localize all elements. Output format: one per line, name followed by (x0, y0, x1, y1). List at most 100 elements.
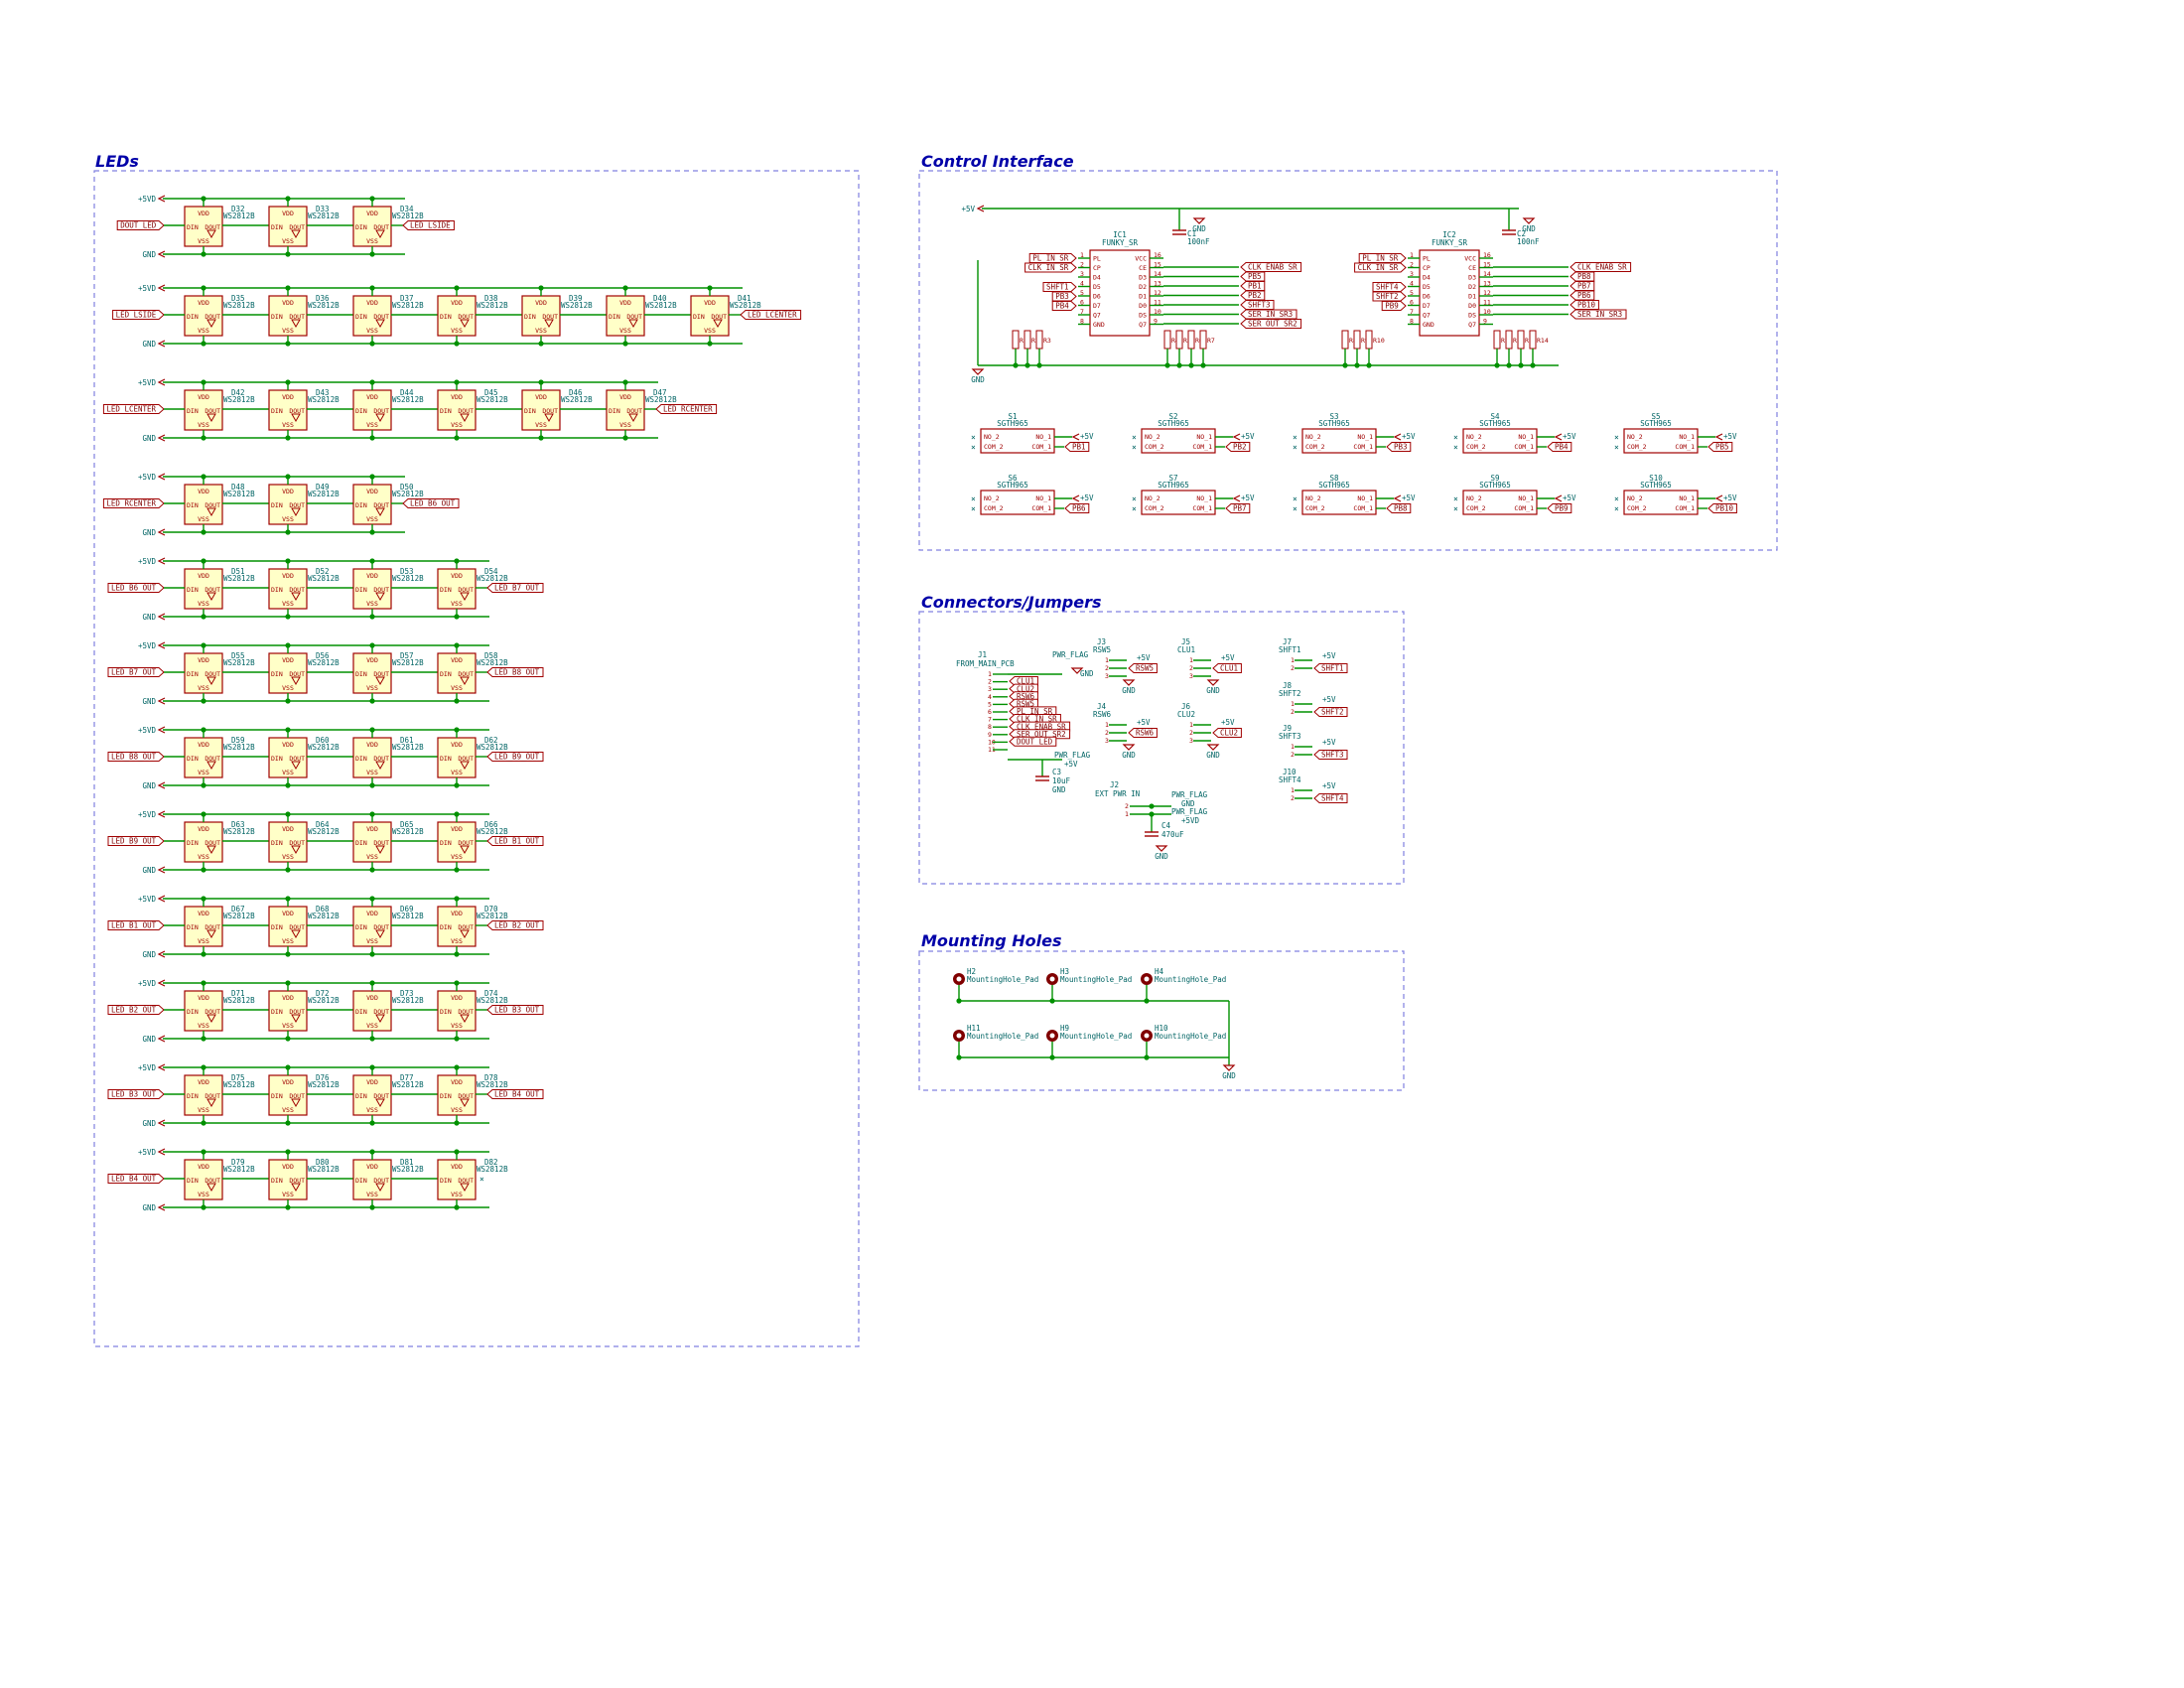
vdd-pin: VDD (282, 994, 294, 1002)
vss-pin: VSS (366, 937, 378, 945)
vdd-pin: VDD (366, 210, 378, 217)
junction-dot (454, 1149, 460, 1155)
vdd-pin: VDD (198, 299, 209, 307)
vss-pin: VSS (619, 421, 631, 429)
sw-5v-arrow-arrow (1071, 433, 1080, 441)
chain-output-label-text: LED_B4_OUT (494, 1090, 540, 1099)
sw-5v: +5V (1563, 432, 1576, 441)
j2-name: EXT PWR IN (1095, 789, 1140, 798)
vdd-rail-text: +5VD (138, 473, 157, 482)
resistor-ref: R14 (1537, 337, 1549, 345)
vss-pin: VSS (535, 327, 547, 335)
junction-dot (1013, 362, 1019, 368)
led-value: WS2812B (223, 301, 255, 310)
din-pin: DIN (187, 923, 199, 931)
junction-dot (369, 1120, 375, 1126)
sw-5v: +5V (1723, 432, 1737, 441)
jumper-gnd-symbol (1206, 744, 1220, 751)
led-value: WS2812B (223, 827, 255, 836)
ic-pin-num: 1 (1080, 251, 1084, 259)
led-value: WS2812B (392, 301, 424, 310)
din-pin: DIN (440, 586, 452, 594)
junction-dot (1149, 811, 1155, 817)
vss-pin: VSS (451, 1191, 463, 1198)
din-pin: DIN (187, 670, 199, 678)
din-pin: DIN (187, 839, 199, 847)
din-pin: DIN (187, 1092, 199, 1100)
junction-dot (454, 980, 460, 986)
vdd-pin: VDD (198, 488, 209, 495)
jumper-net-label-text: SHFT2 (1321, 708, 1344, 717)
jumper-net-label-text: RSW6 (1136, 729, 1155, 738)
chain-input-label-text: LED_B4_OUT (111, 1175, 157, 1184)
ic-pin-num: 6 (1080, 299, 1084, 307)
chain-output-label-text: LED_B3_OUT (494, 1006, 540, 1015)
junction-dot (285, 529, 291, 535)
din-pin: DIN (355, 313, 367, 321)
jumper-name: CLU1 (1177, 645, 1195, 654)
junction-dot (201, 474, 206, 480)
jumper-pin-num: 2 (1189, 664, 1193, 672)
vdd-pin: VDD (366, 825, 378, 833)
din-pin: DIN (187, 1177, 199, 1185)
chain-output-label-text: LED_LSIDE (410, 221, 451, 230)
switch-value: SGTH965 (997, 481, 1028, 490)
sw-pin: COM_1 (1514, 504, 1534, 512)
switch-label-text: PB10 (1715, 504, 1734, 513)
sw-pin: NO_2 (1145, 433, 1160, 441)
junction-dot (285, 698, 291, 704)
junction-dot (622, 285, 628, 291)
switch-label-text: PB7 (1233, 504, 1247, 513)
sw-pin: NO_2 (1466, 433, 1482, 441)
mounting-hole-center (1049, 1033, 1055, 1039)
gnd-rail-text: GND (142, 613, 156, 622)
din-pin: DIN (187, 501, 199, 509)
vdd-rail-text: +5VD (138, 979, 157, 988)
no-connect: × (1453, 494, 1458, 503)
junction-dot (454, 867, 460, 873)
switch-label-text: PB1 (1072, 443, 1086, 452)
din-pin: DIN (355, 1177, 367, 1185)
resistor (1505, 330, 1513, 350)
chain-input-label-text: LED_RCENTER (106, 499, 156, 508)
cap-gnd-text: GND (1192, 224, 1206, 233)
c4-gnd-text: GND (1155, 852, 1168, 861)
jumper-5v: +5V (1221, 718, 1235, 727)
sw-pin: NO_1 (1196, 494, 1212, 502)
vss-pin: VSS (282, 515, 294, 523)
vss-pin: VSS (198, 1191, 209, 1198)
resistor (1199, 330, 1207, 350)
switch-label-text: PB9 (1555, 504, 1569, 513)
leds-title: LEDs (95, 152, 139, 171)
junction-dot (201, 867, 206, 873)
jumper-5v: +5V (1137, 718, 1151, 727)
chain-input-label-text: LED_B8_OUT (111, 753, 157, 762)
mh-gnd-symbol (1222, 1064, 1236, 1071)
sw-pin: COM_1 (1031, 443, 1051, 451)
junction-dot (369, 435, 375, 441)
switch-label-text: PB2 (1233, 443, 1247, 452)
sw-pin: NO_2 (1305, 494, 1321, 502)
ctrl-5v-text: +5V (961, 205, 975, 213)
mounting-hole-center (956, 976, 962, 982)
no-connect: × (1132, 443, 1137, 452)
junction-dot (454, 811, 460, 817)
vdd-rail-text: +5VD (138, 895, 157, 904)
no-connect: × (1293, 494, 1297, 503)
din-pin: DIN (524, 313, 536, 321)
led-value: WS2812B (561, 301, 593, 310)
vss-pin: VSS (366, 600, 378, 608)
din-pin: DIN (355, 223, 367, 231)
ic-output-label-text: SHFT3 (1248, 301, 1271, 310)
sw-pin: COM_2 (1305, 443, 1325, 451)
sw-pin: NO_2 (1305, 433, 1321, 441)
junction-dot (369, 867, 375, 873)
din-pin: DIN (271, 1092, 283, 1100)
led-value: WS2812B (392, 490, 424, 498)
chain-output-label-text: LED_B7_OUT (494, 584, 540, 593)
mounting-hole-center (956, 1033, 962, 1039)
junction-dot (201, 1204, 206, 1210)
ic-output-label-text: PB5 (1248, 272, 1262, 281)
sw-5v: +5V (1563, 493, 1576, 502)
jumper-gnd-text: GND (1122, 686, 1136, 695)
